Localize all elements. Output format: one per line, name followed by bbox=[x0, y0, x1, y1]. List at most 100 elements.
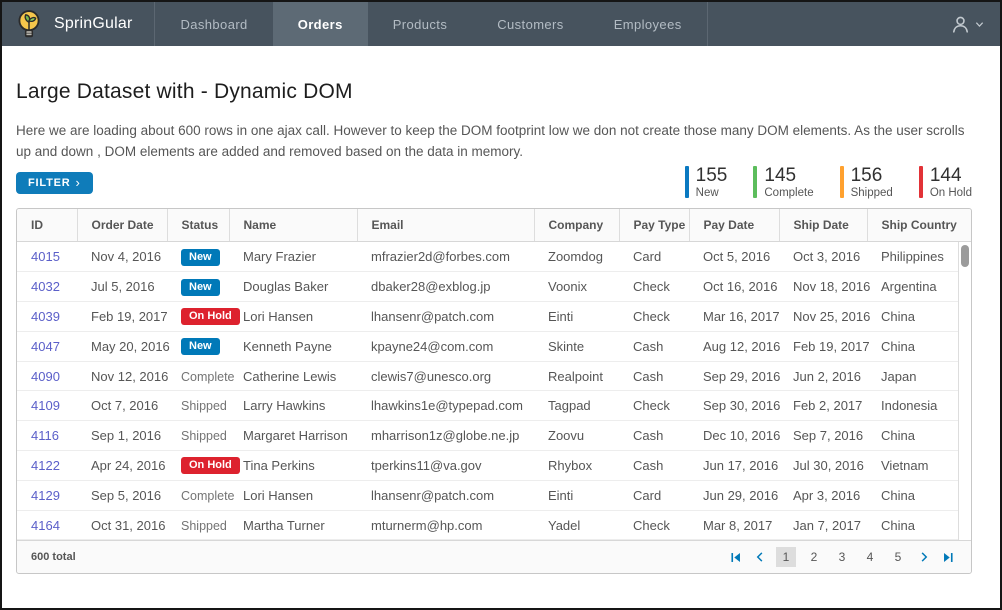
column-header[interactable]: Order Date bbox=[77, 209, 167, 241]
cell-email: tperkins11@va.gov bbox=[357, 451, 534, 481]
cell-ship-date: Jan 7, 2017 bbox=[779, 510, 867, 540]
cell-email: mfrazier2d@forbes.com bbox=[357, 242, 534, 272]
table-row: 4109 Oct 7, 2016 Shipped Larry Hawkins l… bbox=[17, 391, 958, 421]
cell-id: 4122 bbox=[17, 451, 77, 481]
cell-order-date: Sep 1, 2016 bbox=[77, 421, 167, 451]
user-menu-button[interactable] bbox=[950, 2, 1000, 46]
cell-pay-type: Check bbox=[619, 391, 689, 421]
cell-email: dbaker28@exblog.jp bbox=[357, 272, 534, 302]
status-badge: Complete bbox=[181, 489, 235, 503]
filter-button[interactable]: FILTER › bbox=[16, 172, 93, 194]
nav-tab[interactable]: Products bbox=[368, 2, 473, 46]
order-id-link[interactable]: 4122 bbox=[31, 458, 60, 473]
vertical-scrollbar-track[interactable] bbox=[958, 242, 971, 540]
cell-pay-date: Sep 30, 2016 bbox=[689, 391, 779, 421]
cell-pay-type: Cash bbox=[619, 361, 689, 391]
cell-company: Einti bbox=[534, 480, 619, 510]
column-header[interactable]: Company bbox=[534, 209, 619, 241]
cell-status: New bbox=[167, 242, 229, 272]
nav-tabs: Dashboard Orders Products Customers Empl… bbox=[154, 2, 707, 46]
pagination-page[interactable]: 4 bbox=[860, 547, 880, 567]
bulb-plant-logo-icon bbox=[14, 8, 44, 40]
cell-pay-date: Dec 10, 2016 bbox=[689, 421, 779, 451]
nav-tab[interactable]: Employees bbox=[589, 2, 707, 46]
chevron-down-icon bbox=[975, 20, 984, 29]
cell-email: mharrison1z@globe.ne.jp bbox=[357, 421, 534, 451]
cell-status: New bbox=[167, 272, 229, 302]
cell-id: 4047 bbox=[17, 331, 77, 361]
cell-name: Mary Frazier bbox=[229, 242, 357, 272]
status-badge: On Hold bbox=[181, 457, 240, 474]
pagination-page[interactable]: 3 bbox=[832, 547, 852, 567]
order-id-link[interactable]: 4129 bbox=[31, 488, 60, 503]
column-header[interactable]: Email bbox=[357, 209, 534, 241]
order-id-link[interactable]: 4164 bbox=[31, 518, 60, 533]
nav-tab[interactable]: Customers bbox=[472, 2, 588, 46]
stat-label: New bbox=[696, 187, 728, 199]
order-id-link[interactable]: 4047 bbox=[31, 339, 60, 354]
cell-status: Shipped bbox=[167, 391, 229, 421]
cell-pay-date: Mar 16, 2017 bbox=[689, 302, 779, 332]
pagination-page[interactable]: 1 bbox=[776, 547, 796, 567]
cell-pay-date: Mar 8, 2017 bbox=[689, 510, 779, 540]
cell-company: Skinte bbox=[534, 331, 619, 361]
pagination-prev-button[interactable] bbox=[752, 549, 768, 565]
column-header[interactable]: Name bbox=[229, 209, 357, 241]
column-header[interactable]: Pay Type bbox=[619, 209, 689, 241]
column-header[interactable]: Ship Country bbox=[867, 209, 958, 241]
cell-order-date: Nov 12, 2016 bbox=[77, 361, 167, 391]
pagination-page[interactable]: 5 bbox=[888, 547, 908, 567]
cell-order-date: Apr 24, 2016 bbox=[77, 451, 167, 481]
table-row: 4090 Nov 12, 2016 Complete Catherine Lew… bbox=[17, 361, 958, 391]
cell-pay-date: Oct 16, 2016 bbox=[689, 272, 779, 302]
order-id-link[interactable]: 4015 bbox=[31, 249, 60, 264]
cell-ship-date: Jun 2, 2016 bbox=[779, 361, 867, 391]
stat-color-bar bbox=[840, 166, 844, 198]
order-id-link[interactable]: 4116 bbox=[31, 428, 59, 443]
pagination-first-button[interactable] bbox=[727, 549, 744, 566]
column-header[interactable]: Pay Date bbox=[689, 209, 779, 241]
top-nav: SprinGular Dashboard Orders Products Cus… bbox=[2, 2, 1000, 46]
column-header[interactable]: Ship Date bbox=[779, 209, 867, 241]
table-row: 4116 Sep 1, 2016 Shipped Margaret Harris… bbox=[17, 421, 958, 451]
cell-ship-country: Argentina bbox=[867, 272, 958, 302]
cell-pay-type: Cash bbox=[619, 451, 689, 481]
cell-ship-date: Feb 19, 2017 bbox=[779, 331, 867, 361]
cell-ship-country: Philippines bbox=[867, 242, 958, 272]
stat-color-bar bbox=[919, 166, 923, 198]
nav-tab[interactable]: Orders bbox=[273, 2, 368, 46]
order-id-link[interactable]: 4039 bbox=[31, 309, 60, 324]
cell-id: 4032 bbox=[17, 272, 77, 302]
pagination-next-button[interactable] bbox=[916, 549, 932, 565]
pagination-last-button[interactable] bbox=[940, 549, 957, 566]
stat-value: 145 bbox=[764, 166, 813, 185]
pagination-page[interactable]: 2 bbox=[804, 547, 824, 567]
order-id-link[interactable]: 4109 bbox=[31, 398, 60, 413]
vertical-scrollbar-thumb[interactable] bbox=[961, 245, 969, 267]
order-id-link[interactable]: 4032 bbox=[31, 279, 60, 294]
chevron-right-icon: › bbox=[75, 178, 80, 188]
datagrid-header: ID Order Date Status Name Email Company … bbox=[17, 209, 971, 242]
cell-status: Shipped bbox=[167, 510, 229, 540]
stat-color-bar bbox=[685, 166, 689, 198]
cell-id: 4015 bbox=[17, 242, 77, 272]
column-header[interactable]: Status bbox=[167, 209, 229, 241]
brand-name: SprinGular bbox=[54, 15, 132, 33]
order-id-link[interactable]: 4090 bbox=[31, 369, 60, 384]
stat-item: 145 Complete bbox=[753, 166, 813, 199]
cell-order-date: May 20, 2016 bbox=[77, 331, 167, 361]
cell-id: 4109 bbox=[17, 391, 77, 421]
cell-status: Complete bbox=[167, 361, 229, 391]
cell-ship-country: Indonesia bbox=[867, 391, 958, 421]
cell-company: Zoomdog bbox=[534, 242, 619, 272]
cell-ship-country: China bbox=[867, 510, 958, 540]
cell-pay-date: Jun 17, 2016 bbox=[689, 451, 779, 481]
cell-ship-country: China bbox=[867, 421, 958, 451]
nav-tab[interactable]: Dashboard bbox=[155, 2, 272, 46]
cell-id: 4090 bbox=[17, 361, 77, 391]
cell-ship-country: Japan bbox=[867, 361, 958, 391]
cell-company: Zoovu bbox=[534, 421, 619, 451]
cell-name: Tina Perkins bbox=[229, 451, 357, 481]
column-header[interactable]: ID bbox=[17, 209, 77, 241]
brand[interactable]: SprinGular bbox=[2, 2, 154, 46]
